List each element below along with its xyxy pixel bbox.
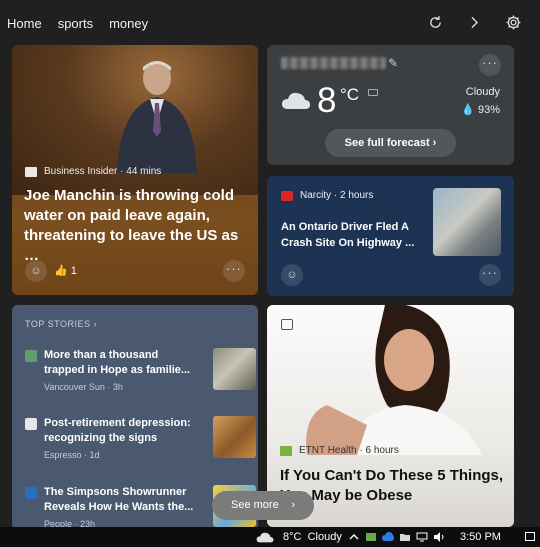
story-title[interactable]: Post-retirement depression: recognizing … xyxy=(44,416,194,446)
more-options-button[interactable]: ··· xyxy=(223,260,245,282)
clock[interactable]: 3:50 PM xyxy=(460,531,501,543)
system-tray: 3:50 PM xyxy=(348,527,536,547)
business-insider-logo xyxy=(25,166,37,177)
weather-more-button[interactable]: ··· xyxy=(479,54,501,76)
news-card-narcity[interactable]: Narcity · 2 hours An Ontario Driver Fled… xyxy=(267,176,514,296)
story-thumbnail xyxy=(213,348,256,390)
story-title[interactable]: More than a thousand trapped in Hope as … xyxy=(44,348,194,378)
temperature-unit: °C xyxy=(340,85,360,104)
story-source: Vancouver Sun · 3h xyxy=(44,382,123,392)
nav-sports[interactable]: sports xyxy=(58,16,93,31)
thumbs-up-icon: 👍 xyxy=(54,265,68,277)
source-label: Narcity · 2 hours xyxy=(300,190,374,201)
woman-photo xyxy=(306,305,482,455)
news-source: Business Insider · 44 mins xyxy=(25,166,161,177)
temperature: 8 xyxy=(317,81,337,120)
gear-icon[interactable] xyxy=(505,14,522,31)
nav-tabs: Home sports money xyxy=(0,16,164,31)
news-headline[interactable]: If You Can't Do These 5 Things, You May … xyxy=(280,466,504,506)
list-item[interactable]: Post-retirement depression: recognizing … xyxy=(25,416,256,464)
cloud-sync-icon[interactable] xyxy=(382,531,394,543)
news-card-main[interactable]: Business Insider · 44 mins Joe Manchin i… xyxy=(12,45,258,295)
source-icon xyxy=(25,418,37,430)
story-thumbnail xyxy=(213,416,256,458)
nav-money[interactable]: money xyxy=(109,16,148,31)
refresh-icon[interactable] xyxy=(427,14,444,31)
source-label: ETNT Health · 6 hours xyxy=(299,445,399,456)
source-icon xyxy=(25,350,37,362)
see-full-forecast-button[interactable]: See full forecast › xyxy=(325,129,456,157)
app-tray-icon[interactable] xyxy=(365,531,377,543)
like-count-label: 1 xyxy=(70,265,77,277)
taskbar-weather-label: 8°C Cloudy xyxy=(283,531,342,543)
chevron-right-icon[interactable] xyxy=(466,14,483,31)
etnt-logo xyxy=(280,445,292,456)
location-name-blurred xyxy=(281,57,386,69)
edit-location-icon[interactable]: ✎ xyxy=(388,56,398,70)
folder-icon[interactable] xyxy=(399,531,411,543)
taskbar-weather[interactable]: 8°C Cloudy xyxy=(256,527,342,547)
droplet-icon: 💧 xyxy=(461,104,475,116)
chevron-up-icon[interactable] xyxy=(348,531,360,543)
reaction-add-icon[interactable]: ☺ xyxy=(25,260,47,282)
chevron-right-icon: › xyxy=(291,499,295,511)
top-stories-title[interactable]: TOP STORIES › xyxy=(25,319,97,329)
story-source: Espresso · 1d xyxy=(44,450,100,460)
narcity-logo xyxy=(281,190,293,201)
story-title[interactable]: The Simpsons Showrunner Reveals How He W… xyxy=(44,485,194,515)
news-thumbnail xyxy=(433,188,501,256)
news-headline[interactable]: An Ontario Driver Fled A Crash Site On H… xyxy=(281,219,421,251)
see-more-label: See more xyxy=(231,499,279,511)
humidity-value: 93% xyxy=(477,104,500,116)
news-source: ETNT Health · 6 hours xyxy=(280,445,399,456)
weather-condition: Cloudy xyxy=(465,86,500,98)
news-source: Narcity · 2 hours xyxy=(281,190,373,201)
source-icon xyxy=(25,487,37,499)
reaction-add-icon[interactable]: ☺ xyxy=(281,264,303,286)
nav-home[interactable]: Home xyxy=(7,16,42,31)
person-photo xyxy=(117,61,197,173)
see-more-button[interactable]: See more › xyxy=(212,491,314,520)
top-bar: Home sports money xyxy=(0,0,540,46)
radar-icon xyxy=(368,89,378,96)
network-icon[interactable] xyxy=(416,531,428,543)
taskbar: 8°C Cloudy 3:50 PM xyxy=(0,527,540,547)
more-options-button[interactable]: ··· xyxy=(479,264,501,286)
like-count[interactable]: 👍 1 xyxy=(54,264,77,277)
cloudy-icon xyxy=(256,532,274,543)
image-icon xyxy=(281,319,293,330)
source-label: Business Insider · 44 mins xyxy=(44,166,162,177)
volume-icon[interactable] xyxy=(433,531,445,543)
notification-icon[interactable] xyxy=(524,531,536,543)
humidity: 💧 93% xyxy=(461,103,500,116)
list-item[interactable]: More than a thousand trapped in Hope as … xyxy=(25,348,256,396)
news-headline[interactable]: Joe Manchin is throwing cold water on pa… xyxy=(24,186,250,266)
cloudy-icon xyxy=(282,92,310,109)
weather-card[interactable]: ✎ ··· 8 °C Cloudy 💧 93% See full forecas… xyxy=(267,45,514,165)
